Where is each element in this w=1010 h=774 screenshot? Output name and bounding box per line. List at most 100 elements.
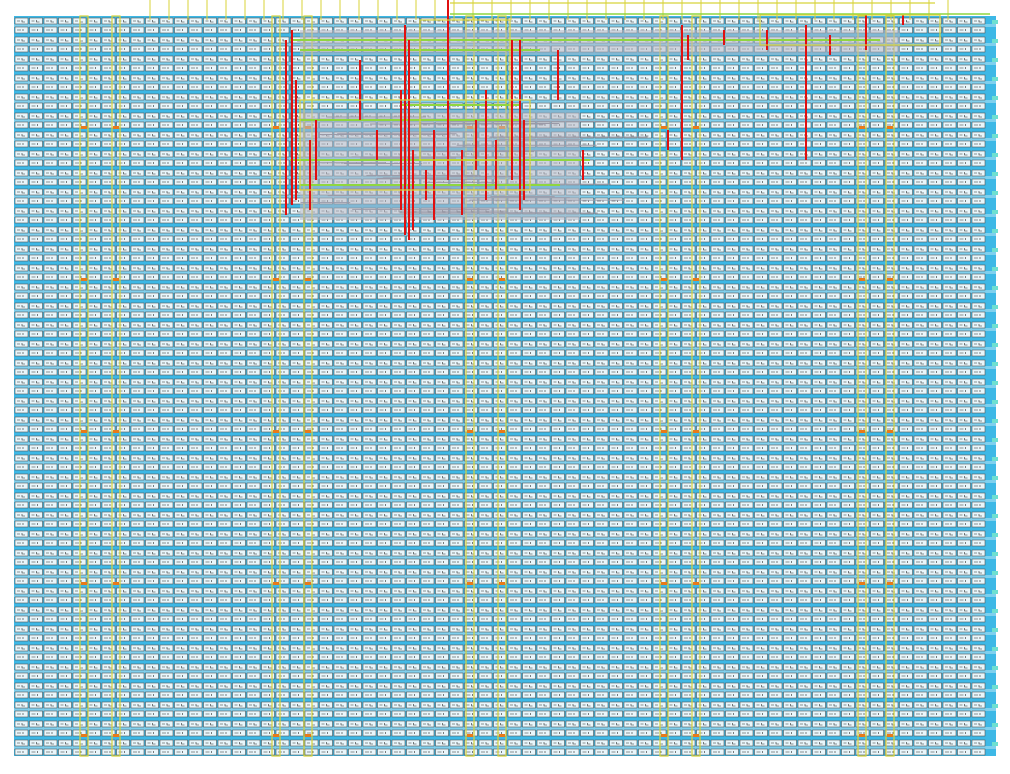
std-cell-bottom xyxy=(841,425,855,433)
std-cell-top xyxy=(232,55,246,63)
std-cell-top xyxy=(377,74,391,82)
std-cell-bottom xyxy=(348,387,362,395)
std-cell-bottom xyxy=(58,349,72,357)
std-cell-bottom xyxy=(942,349,957,357)
std-cell-bottom xyxy=(971,425,986,433)
std-cell-bottom xyxy=(217,83,232,91)
std-cell-bottom xyxy=(362,444,377,452)
std-cell-top xyxy=(478,340,493,348)
std-cell-top xyxy=(217,397,232,405)
std-cell-top xyxy=(275,93,290,101)
std-cell-top xyxy=(348,283,362,291)
std-cell-bottom xyxy=(130,444,145,452)
std-cell-bottom xyxy=(928,349,942,357)
std-cell-top xyxy=(391,359,406,367)
std-cell-bottom xyxy=(899,349,913,357)
std-cell-bottom xyxy=(362,311,377,319)
std-cell-top xyxy=(768,131,783,139)
std-cell-top xyxy=(580,359,594,367)
std-cell-top xyxy=(623,169,638,177)
std-cell-top xyxy=(609,55,623,63)
std-cell-top xyxy=(565,454,580,462)
std-cell-bottom xyxy=(478,349,493,357)
std-cell-top xyxy=(565,302,580,310)
std-cell-top xyxy=(188,112,203,120)
std-cell-top xyxy=(913,17,928,25)
std-cell-top xyxy=(101,283,116,291)
std-cell-bottom xyxy=(797,368,812,376)
std-cell-bottom xyxy=(174,273,188,281)
std-cell-bottom xyxy=(638,387,652,395)
std-cell-bottom xyxy=(58,102,72,110)
std-cell-top xyxy=(333,340,348,348)
std-cell-bottom xyxy=(783,83,797,91)
std-cell-bottom xyxy=(899,178,913,186)
std-cell-bottom xyxy=(101,159,116,167)
std-cell-top xyxy=(391,378,406,386)
std-cell-top xyxy=(319,74,333,82)
std-cell-bottom xyxy=(145,311,159,319)
std-cell-bottom xyxy=(696,159,710,167)
std-cell-bottom xyxy=(449,425,464,433)
std-cell-top xyxy=(913,397,928,405)
std-cell-top xyxy=(43,359,58,367)
std-cell-top xyxy=(333,55,348,63)
std-cell-top xyxy=(957,188,971,196)
std-cell-bottom xyxy=(536,387,551,395)
std-cell-bottom xyxy=(884,444,899,452)
std-cell-top xyxy=(957,416,971,424)
std-cell-bottom xyxy=(942,387,957,395)
std-cell-top xyxy=(130,340,145,348)
std-cell-bottom xyxy=(725,349,739,357)
std-cell-bottom xyxy=(638,140,652,148)
std-cell-top xyxy=(203,112,217,120)
std-cell-top xyxy=(913,340,928,348)
std-cell-top xyxy=(145,473,159,481)
std-cell-top xyxy=(58,302,72,310)
std-cell-top xyxy=(43,131,58,139)
std-cell-top xyxy=(609,188,623,196)
std-cell-bottom xyxy=(826,406,841,414)
std-cell-top xyxy=(696,169,710,177)
std-cell-bottom xyxy=(406,349,420,357)
std-cell-top xyxy=(232,454,246,462)
std-cell-bottom xyxy=(203,140,217,148)
std-cell-bottom xyxy=(957,102,971,110)
std-cell-top xyxy=(275,359,290,367)
std-cell-top xyxy=(333,321,348,329)
std-cell-top xyxy=(971,245,986,253)
std-cell-bottom xyxy=(884,463,899,471)
std-cell-top xyxy=(333,378,348,386)
std-cell-bottom xyxy=(754,102,768,110)
std-cell-bottom xyxy=(580,197,594,205)
std-cell-bottom xyxy=(884,311,899,319)
std-cell-bottom xyxy=(797,121,812,129)
std-cell-bottom xyxy=(145,140,159,148)
std-cell-bottom xyxy=(884,140,899,148)
std-cell-top xyxy=(391,264,406,272)
std-cell-top xyxy=(928,207,942,215)
std-cell-top xyxy=(145,207,159,215)
std-cell-bottom xyxy=(812,235,826,243)
std-cell-bottom xyxy=(159,159,174,167)
std-cell-top xyxy=(116,150,130,158)
std-cell-bottom xyxy=(29,121,43,129)
std-cell-top xyxy=(14,169,29,177)
std-cell-bottom xyxy=(957,349,971,357)
std-cell-top xyxy=(884,74,899,82)
std-cell-top xyxy=(841,131,855,139)
std-cell-bottom xyxy=(203,406,217,414)
std-cell-top xyxy=(681,264,696,272)
std-cell-bottom xyxy=(159,64,174,72)
std-cell-top xyxy=(971,435,986,443)
std-cell-bottom xyxy=(942,216,957,224)
std-cell-bottom xyxy=(87,254,101,262)
std-cell-bottom xyxy=(159,482,174,490)
std-cell-bottom xyxy=(725,425,739,433)
std-cell-top xyxy=(101,397,116,405)
std-cell-bottom xyxy=(638,83,652,91)
std-cell-bottom xyxy=(768,311,783,319)
std-cell-top xyxy=(754,321,768,329)
std-cell-bottom xyxy=(942,159,957,167)
std-cell-bottom xyxy=(333,311,348,319)
